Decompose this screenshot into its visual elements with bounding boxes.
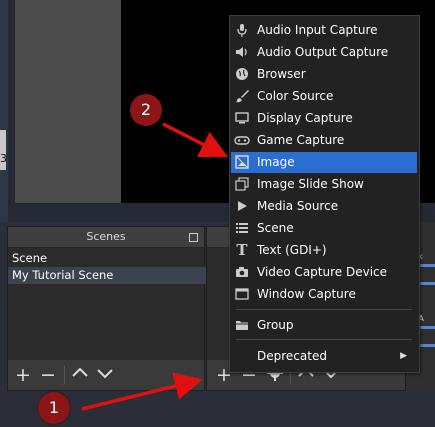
menu-separator [236,309,412,310]
add-source-context-menu: Audio Input Capture Audio Output Capture… [229,15,420,373]
scenes-header: Scenes [8,227,204,248]
globe-icon [234,66,250,82]
chevron-up-icon [72,367,88,377]
left-edge-text: 3 [0,152,7,165]
scenes-title: Scenes [86,230,126,243]
step-badge-1: 1 [38,392,70,424]
window-icon [234,286,250,302]
move-scene-up-button[interactable] [69,364,91,386]
menu-item-color-source[interactable]: Color Source [231,86,417,107]
menu-item-window-capture[interactable]: Window Capture [231,284,417,305]
step-badge-2: 2 [130,94,162,126]
menu-item-media-source[interactable]: Media Source [231,196,417,217]
speaker-icon [234,44,250,60]
menu-item-group[interactable]: Group [231,315,417,336]
scenes-toolbar: + − [8,362,204,390]
remove-scene-button[interactable]: − [37,364,59,386]
move-scene-down-button[interactable] [94,364,116,386]
slideshow-icon [234,176,250,192]
menu-item-audio-output-capture[interactable]: Audio Output Capture [231,42,417,63]
menu-item-display-capture[interactable]: Display Capture [231,108,417,129]
chevron-down-icon [97,369,113,379]
submenu-arrow-icon: ▶ [400,351,407,361]
menu-item-image[interactable]: Image [231,152,417,173]
image-icon [234,154,250,170]
menu-item-audio-input-capture[interactable]: Audio Input Capture [231,20,417,41]
menu-item-game-capture[interactable]: Game Capture [231,130,417,151]
toolbar-divider [64,366,65,384]
menu-item-browser[interactable]: Browser [231,64,417,85]
left-panel-edge [0,0,8,222]
menu-item-text-gdi[interactable]: T Text (GDI+) [231,240,417,261]
microphone-icon [234,22,250,38]
menu-item-image-slide-show[interactable]: Image Slide Show [231,174,417,195]
add-scene-button[interactable]: + [12,364,34,386]
scene-item-scene[interactable]: Scene [8,250,208,267]
menu-separator [236,339,412,340]
folder-icon [234,317,250,333]
play-icon [234,198,250,214]
menu-item-deprecated[interactable]: Deprecated ▶ [231,346,417,367]
undock-icon[interactable] [189,233,198,242]
paint-brush-icon [234,88,250,104]
monitor-icon [234,110,250,126]
list-icon [234,220,250,236]
scenes-list[interactable]: Scene My Tutorial Scene [8,248,208,360]
menu-item-scene[interactable]: Scene [231,218,417,239]
gamepad-icon [234,132,250,148]
menu-item-video-capture-device[interactable]: Video Capture Device [231,262,417,283]
scenes-dock: Scenes Scene My Tutorial Scene + − [7,226,208,391]
text-icon: T [236,240,248,259]
camera-icon [234,264,250,280]
scene-item-my-tutorial-scene[interactable]: My Tutorial Scene [8,267,208,284]
